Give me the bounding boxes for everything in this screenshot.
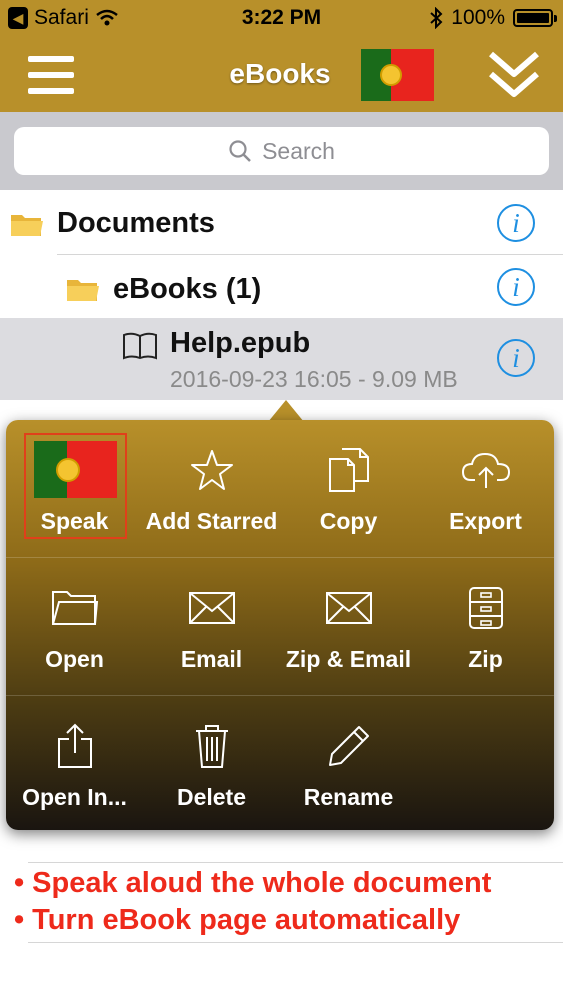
menu-icon[interactable]	[28, 56, 74, 94]
promo-line: Speak aloud the whole document	[14, 865, 554, 902]
open-button[interactable]: Open	[6, 558, 143, 695]
share-icon	[57, 723, 92, 768]
pencil-icon	[328, 726, 369, 766]
delete-button[interactable]: Delete	[143, 696, 280, 833]
page-title: eBooks	[229, 58, 331, 89]
trash-icon	[195, 725, 228, 768]
copy-icon	[328, 448, 369, 492]
export-button[interactable]: Export	[417, 420, 554, 557]
action-label: Delete	[176, 784, 247, 810]
promo-bullets: Speak aloud the whole document Turn eBoo…	[14, 865, 554, 939]
tree-row-documents[interactable]: Documents i	[0, 190, 563, 254]
action-label: Open In...	[22, 784, 127, 810]
action-label: Speak	[40, 508, 109, 534]
info-icon[interactable]: i	[497, 339, 535, 377]
action-label: Rename	[303, 784, 394, 810]
file-name: Help.epub	[170, 327, 311, 359]
divider	[28, 942, 563, 943]
book-icon	[123, 332, 157, 360]
action-popover: Speak Add Starred Copy Export Open Email…	[6, 420, 554, 830]
zip-button[interactable]: Zip	[417, 558, 554, 695]
open-in-button[interactable]: Open In...	[6, 696, 143, 833]
battery-icon	[513, 9, 557, 27]
promo-line: Turn eBook page automatically	[14, 902, 554, 939]
envelope-icon	[325, 592, 372, 624]
action-label: Add Starred	[145, 508, 278, 534]
portugal-flag-icon	[34, 441, 117, 498]
battery-percent: 100%	[451, 6, 505, 29]
cloud-upload-icon	[461, 452, 510, 488]
folder-icon	[11, 215, 43, 236]
bluetooth-icon	[430, 7, 443, 29]
status-bar: ◀ Safari 3:22 PM 100%	[0, 0, 563, 38]
action-label: Copy	[319, 508, 378, 534]
folder-open-icon	[51, 591, 98, 625]
action-label: Zip & Email	[285, 646, 412, 672]
action-label: Email	[180, 646, 243, 672]
zip-cabinet-icon	[468, 587, 503, 629]
add-starred-button[interactable]: Add Starred	[143, 420, 280, 557]
search-bar: Search	[0, 112, 563, 190]
zip-email-button[interactable]: Zip & Email	[280, 558, 417, 695]
file-meta: 2016-09-23 16:05 - 9.09 MB	[170, 366, 458, 392]
flag-seal-icon	[380, 64, 402, 86]
language-flag-button[interactable]	[361, 49, 434, 101]
info-icon[interactable]: i	[497, 268, 535, 306]
popover-arrow	[268, 400, 304, 422]
search-input[interactable]: Search	[14, 127, 549, 175]
tree-row-file[interactable]: Help.epub 2016-09-23 16:05 - 9.09 MB i	[0, 318, 563, 400]
search-icon	[229, 140, 251, 162]
search-placeholder: Search	[262, 137, 335, 164]
tree-row-ebooks[interactable]: eBooks (1) i	[0, 255, 563, 318]
info-icon[interactable]: i	[497, 204, 535, 242]
folder-icon	[67, 280, 99, 301]
divider	[28, 862, 563, 863]
copy-button[interactable]: Copy	[280, 420, 417, 557]
row-label: eBooks (1)	[113, 273, 262, 305]
action-label: Zip	[468, 646, 503, 672]
double-chevron-down-icon[interactable]	[487, 50, 541, 100]
envelope-icon	[188, 592, 235, 624]
nav-bar: eBooks	[0, 38, 563, 112]
row-label: Documents	[57, 207, 215, 239]
star-icon	[190, 450, 233, 490]
action-label: Export	[449, 508, 522, 534]
rename-button[interactable]: Rename	[280, 696, 417, 833]
email-button[interactable]: Email	[143, 558, 280, 695]
action-label: Open	[45, 646, 104, 672]
speak-button[interactable]: Speak	[6, 420, 143, 557]
